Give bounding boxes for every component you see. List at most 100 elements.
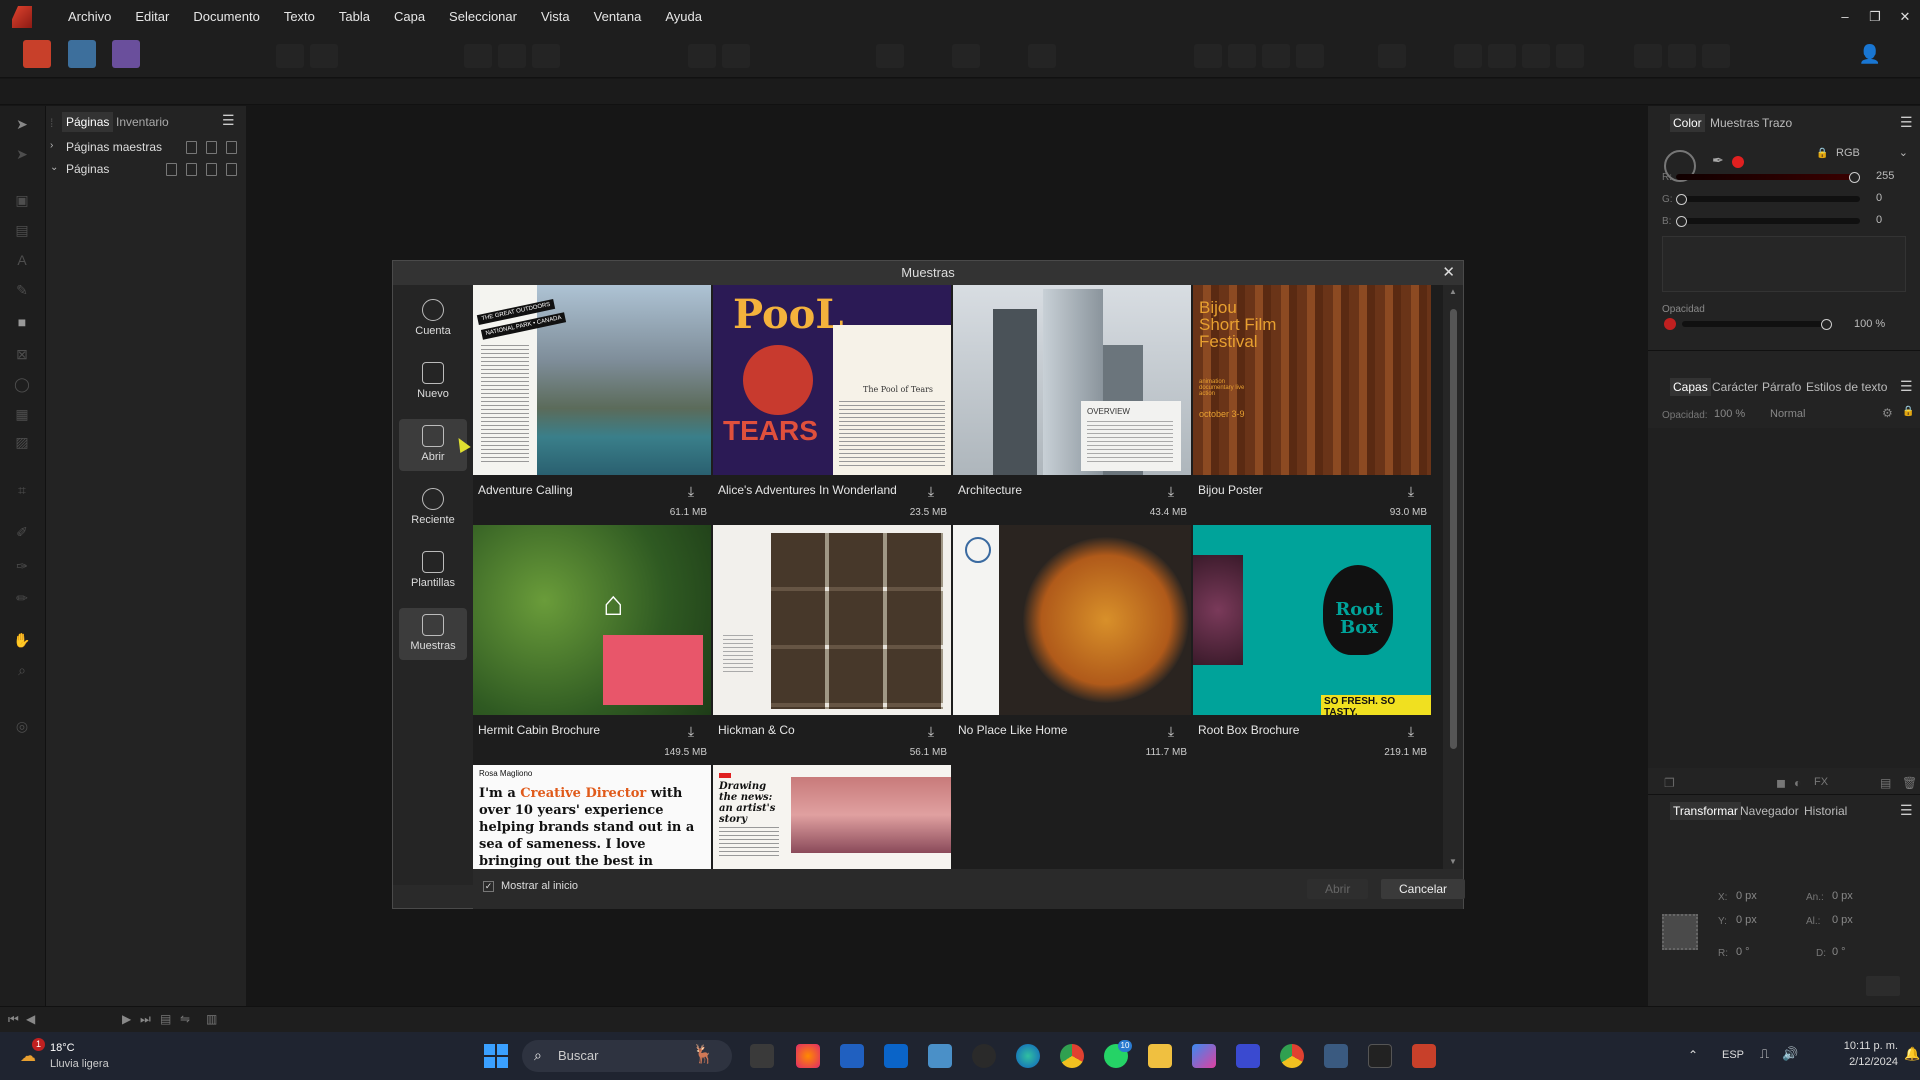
affinity-publisher-taskbar-icon[interactable] bbox=[1412, 1044, 1436, 1068]
ellipse-tool-icon[interactable]: ◯ bbox=[12, 376, 32, 396]
layers-bottom-icon[interactable]: ❐ bbox=[1664, 776, 1675, 790]
mask-icon[interactable]: ◼ bbox=[1776, 776, 1786, 790]
menu-capa[interactable]: Capa bbox=[382, 0, 437, 34]
nav-nuevo[interactable]: Nuevo bbox=[399, 356, 467, 408]
prev-page-icon[interactable]: ◀ bbox=[26, 1012, 35, 1026]
account-user-icon[interactable]: 👤 bbox=[1858, 44, 1882, 68]
master-pages-row[interactable]: Páginas maestras bbox=[66, 140, 162, 154]
sample-card[interactable]: No Place Like Home ⤓ 111.7 MB bbox=[953, 525, 1191, 763]
layer-settings-icon[interactable]: ⚙ bbox=[1882, 406, 1893, 420]
delete-master-icon[interactable] bbox=[226, 141, 237, 154]
tab-capas[interactable]: Capas bbox=[1670, 378, 1711, 396]
menu-seleccionar[interactable]: Seleccionar bbox=[437, 0, 529, 34]
toolbar-button[interactable] bbox=[688, 44, 716, 68]
chrome-profile-icon[interactable] bbox=[1280, 1044, 1304, 1068]
nav-cuenta[interactable]: Cuenta bbox=[399, 293, 467, 345]
lock-icon[interactable]: 🔒 bbox=[1816, 148, 1828, 159]
toolbar-button[interactable] bbox=[1194, 44, 1222, 68]
panel-menu-icon[interactable]: ☰ bbox=[1900, 114, 1913, 131]
transform-options-button[interactable] bbox=[1866, 976, 1900, 996]
add-master-icon[interactable] bbox=[186, 141, 197, 154]
terminal-icon[interactable] bbox=[1368, 1044, 1392, 1068]
fx-icon[interactable]: FX bbox=[1814, 776, 1828, 788]
opacity-slider[interactable] bbox=[1682, 321, 1832, 327]
eyedropper-icon[interactable]: ✒ bbox=[1712, 152, 1724, 169]
tab-historial[interactable]: Historial bbox=[1804, 804, 1847, 818]
minimize-button[interactable]: – bbox=[1834, 6, 1856, 28]
height-field[interactable]: 0 px bbox=[1832, 914, 1853, 926]
panel-menu-icon[interactable]: ☰ bbox=[222, 112, 235, 129]
chevron-right-icon[interactable]: › bbox=[50, 140, 53, 151]
network-icon[interactable]: ⎍ bbox=[1760, 1046, 1769, 1062]
anchor-point-icon[interactable] bbox=[1662, 914, 1698, 950]
adjustment-icon[interactable]: ◐ bbox=[1794, 776, 1801, 790]
toolbar-button[interactable] bbox=[1634, 44, 1662, 68]
edge-icon[interactable] bbox=[1016, 1044, 1040, 1068]
toolbar-button[interactable] bbox=[722, 44, 750, 68]
crop-tool-icon[interactable]: ⌗ bbox=[12, 482, 32, 502]
add-page-icon[interactable] bbox=[186, 163, 197, 176]
toolbar-button[interactable] bbox=[952, 44, 980, 68]
shear-field[interactable]: 0 ° bbox=[1832, 946, 1846, 958]
copilot-icon[interactable] bbox=[1192, 1044, 1216, 1068]
color-picker-tool-icon[interactable]: ✑ bbox=[12, 558, 32, 578]
sample-card[interactable]: Root Box SO FRESH. SO TASTY. Root Box Br… bbox=[1193, 525, 1431, 763]
file-explorer-icon[interactable] bbox=[1148, 1044, 1172, 1068]
pencil-tool-icon[interactable]: ✏ bbox=[12, 590, 32, 610]
picture-frame-tool-icon[interactable]: ⊠ bbox=[12, 346, 32, 366]
download-icon[interactable]: ⤓ bbox=[681, 483, 701, 499]
sample-card[interactable]: Drawing the news: an artist's story bbox=[713, 765, 951, 869]
toolbar-button[interactable] bbox=[1556, 44, 1584, 68]
toolbar-button[interactable] bbox=[1296, 44, 1324, 68]
r-slider[interactable] bbox=[1676, 174, 1860, 180]
chevron-up-icon[interactable]: ⌃ bbox=[1688, 1048, 1698, 1062]
download-icon[interactable]: ⤓ bbox=[921, 723, 941, 739]
opacity-slider-handle[interactable] bbox=[1821, 319, 1832, 330]
close-icon[interactable]: ✕ bbox=[1442, 263, 1455, 281]
toolbar-button[interactable] bbox=[498, 44, 526, 68]
download-icon[interactable]: ⤓ bbox=[1161, 483, 1181, 499]
color-model-select[interactable]: RGB ⌄ bbox=[1832, 144, 1912, 162]
menu-texto[interactable]: Texto bbox=[272, 0, 327, 34]
layers-list[interactable] bbox=[1648, 428, 1920, 768]
layer-lock-icon[interactable]: 🔒 bbox=[1902, 406, 1914, 417]
page-options-icon[interactable] bbox=[166, 163, 177, 176]
toolbar-button[interactable] bbox=[1454, 44, 1482, 68]
pages-icon[interactable]: ▥ bbox=[206, 1012, 217, 1026]
cancel-button[interactable]: Cancelar bbox=[1381, 879, 1466, 899]
sample-card[interactable]: PooL The Pool of Tears TEARS Alice's Adv… bbox=[713, 285, 951, 523]
width-field[interactable]: 0 px bbox=[1832, 890, 1853, 902]
g-slider[interactable] bbox=[1676, 196, 1860, 202]
toolbar-button[interactable] bbox=[876, 44, 904, 68]
clock-date[interactable]: 2/12/2024 bbox=[1812, 1056, 1898, 1068]
scrollbar-thumb[interactable] bbox=[1450, 309, 1457, 749]
toolbar-button[interactable] bbox=[1488, 44, 1516, 68]
designer-persona-icon[interactable] bbox=[68, 40, 96, 68]
menu-vista[interactable]: Vista bbox=[529, 0, 582, 34]
toolbar-button[interactable] bbox=[1228, 44, 1256, 68]
tab-paginas[interactable]: Páginas bbox=[62, 112, 114, 132]
restore-button[interactable]: ❐ bbox=[1864, 6, 1886, 28]
next-page-icon[interactable]: ▶ bbox=[122, 1012, 131, 1026]
publisher-persona-icon[interactable] bbox=[23, 40, 51, 68]
download-icon[interactable]: ⤓ bbox=[1401, 483, 1421, 499]
nav-plantillas[interactable]: Plantillas bbox=[399, 545, 467, 597]
panel-menu-icon[interactable]: ☰ bbox=[1900, 378, 1913, 395]
menu-editar[interactable]: Editar bbox=[123, 0, 181, 34]
b-slider[interactable] bbox=[1676, 218, 1860, 224]
panel-menu-icon[interactable]: ☰ bbox=[1900, 802, 1913, 819]
transparency-tool-icon[interactable]: ▨ bbox=[12, 434, 32, 454]
zoom-tool-icon[interactable]: ⌕ bbox=[12, 662, 32, 682]
chrome-icon[interactable] bbox=[1060, 1044, 1084, 1068]
task-view-icon[interactable] bbox=[750, 1044, 774, 1068]
pages-row[interactable]: Páginas bbox=[66, 162, 109, 176]
download-icon[interactable]: ⤓ bbox=[1401, 723, 1421, 739]
tab-navegador[interactable]: Navegador bbox=[1740, 804, 1799, 818]
b-value[interactable]: 0 bbox=[1876, 214, 1882, 226]
fill-tool-icon[interactable]: ✐ bbox=[12, 524, 32, 544]
hand-tool-icon[interactable]: ✋ bbox=[12, 632, 32, 652]
last-page-icon[interactable]: ⏭ bbox=[140, 1012, 151, 1027]
clock-time[interactable]: 10:11 p. m. bbox=[1812, 1040, 1898, 1052]
place-image-tool-icon[interactable]: ▦ bbox=[12, 406, 32, 426]
app-icon[interactable] bbox=[796, 1044, 820, 1068]
